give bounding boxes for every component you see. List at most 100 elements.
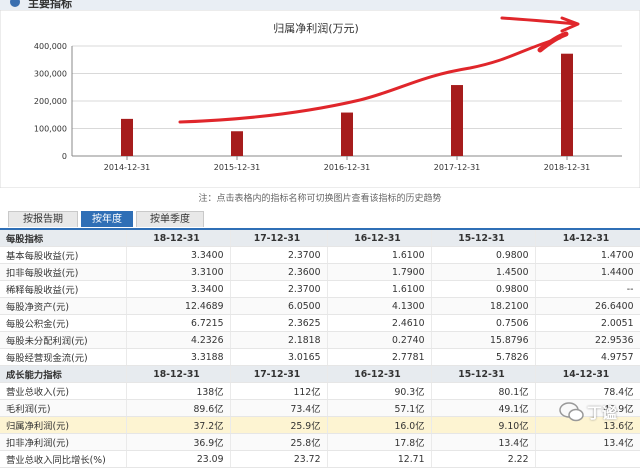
indicator-value: 80.1亿 <box>431 382 536 400</box>
indicator-value: 13.4亿 <box>431 433 536 451</box>
indicator-value: 17.8亿 <box>327 433 432 451</box>
indicator-value: 26.6400 <box>535 297 640 315</box>
column-header: 17-12-31 <box>230 230 328 247</box>
indicator-name[interactable]: 每股公积金(元) <box>0 314 127 332</box>
indicator-name[interactable]: 稀释每股收益(元) <box>0 280 127 298</box>
chart-note: 注：点击表格内的指标名称可切换图片查看该指标的历史趋势 <box>198 194 442 204</box>
column-header: 14-12-31 <box>535 365 640 383</box>
indicator-value: 3.3400 <box>126 280 231 298</box>
table-row: 毛利润(元) 89.6亿 73.4亿 57.1亿 49.1亿 48.9亿 <box>0 399 640 417</box>
column-header: 15-12-31 <box>431 365 536 383</box>
period-tabs: 按报告期 按年度 按单季度 <box>0 210 640 230</box>
column-header: 15-12-31 <box>431 230 536 247</box>
indicator-value: -- <box>535 280 640 298</box>
indicator-name[interactable]: 基本每股收益(元) <box>0 246 127 264</box>
indicator-value: 4.2326 <box>126 331 231 349</box>
tab-2[interactable]: 按单季度 <box>136 211 204 227</box>
table-row: 营业总收入(元) 138亿 112亿 90.3亿 80.1亿 78.4亿 <box>0 382 640 400</box>
indicator-value: 6.7215 <box>126 314 231 332</box>
column-header: 16-12-31 <box>327 365 432 383</box>
section-header-row: 每股指标 18-12-31 17-12-31 16-12-31 15-12-31 14-1… <box>0 230 640 247</box>
chart-frame <box>0 10 640 188</box>
indicator-value: 1.4400 <box>535 263 640 281</box>
x-tick-label: 2017-12-31 <box>434 163 481 172</box>
wechat-watermark: 丁谧 <box>557 398 637 426</box>
y-tick-label: 100,000 <box>34 125 67 134</box>
indicator-name[interactable]: 每股经营现金流(元) <box>0 348 127 366</box>
indicator-value: 36.9亿 <box>126 433 231 451</box>
indicator-value: 3.0165 <box>230 348 328 366</box>
x-tick-label: 2016-12-31 <box>324 163 371 172</box>
indicator-value: 9.10亿 <box>431 416 536 434</box>
indicator-value: 25.9亿 <box>230 416 328 434</box>
indicator-value: 138亿 <box>126 382 231 400</box>
table-row: 扣非净利润(元) 36.9亿 25.8亿 17.8亿 13.4亿 13.4亿 <box>0 433 640 451</box>
indicator-value: 89.6亿 <box>126 399 231 417</box>
indicator-value <box>535 450 640 468</box>
indicator-value: 12.4689 <box>126 297 231 315</box>
indicator-value: 5.7826 <box>431 348 536 366</box>
y-tick-label: 300,000 <box>34 70 67 79</box>
indicator-value: 6.0500 <box>230 297 328 315</box>
indicator-name[interactable]: 扣非每股收益(元) <box>0 263 127 281</box>
tab-0[interactable]: 按报告期 <box>8 211 78 227</box>
section-header-row: 成长能力指标 18-12-31 17-12-31 16-12-31 15-12-31 14… <box>0 365 640 383</box>
column-header: 14-12-31 <box>535 230 640 247</box>
section-title-cell: 成长能力指标 <box>0 365 127 383</box>
indicator-name[interactable]: 归属净利润(元) <box>0 416 127 434</box>
indicator-name[interactable]: 毛利润(元) <box>0 399 127 417</box>
indicator-value: 2.3625 <box>230 314 328 332</box>
indicator-value: 57.1亿 <box>327 399 432 417</box>
indicator-value: 4.9757 <box>535 348 640 366</box>
indicator-value: 2.3700 <box>230 246 328 264</box>
indicator-value: 78.4亿 <box>535 382 640 400</box>
indicator-value: 3.3188 <box>126 348 231 366</box>
table-row: 稀释每股收益(元) 3.3400 2.3700 1.6100 0.9800 -- <box>0 280 640 298</box>
indicator-value: 2.7781 <box>327 348 432 366</box>
indicator-name[interactable]: 每股未分配利润(元) <box>0 331 127 349</box>
indicator-value: 4.1300 <box>327 297 432 315</box>
indicator-value: 1.7900 <box>327 263 432 281</box>
indicator-value: 1.6100 <box>327 280 432 298</box>
y-tick-label: 0 <box>62 152 67 161</box>
y-tick-label: 400,000 <box>34 42 67 51</box>
tab-1[interactable]: 按年度 <box>81 211 133 227</box>
y-tick-label: 200,000 <box>34 97 67 106</box>
indicator-value: 73.4亿 <box>230 399 328 417</box>
column-header: 16-12-31 <box>327 230 432 247</box>
indicator-value: 22.9536 <box>535 331 640 349</box>
table-row: 基本每股收益(元) 3.3400 2.3700 1.6100 0.9800 1.4700 <box>0 246 640 264</box>
indicator-value: 2.3700 <box>230 280 328 298</box>
indicator-name[interactable]: 营业总收入(元) <box>0 382 127 400</box>
indicator-value: 3.3100 <box>126 263 231 281</box>
indicator-table: 每股指标 18-12-31 17-12-31 16-12-31 15-12-31 14-1… <box>0 230 640 468</box>
indicator-value: 0.9800 <box>431 246 536 264</box>
indicator-value: 2.22 <box>431 450 536 468</box>
chart-title: 归属净利润(万元) <box>273 21 359 35</box>
indicator-value: 12.71 <box>327 450 432 468</box>
indicator-value: 0.2740 <box>327 331 432 349</box>
bar <box>231 131 243 156</box>
indicator-value: 2.4610 <box>327 314 432 332</box>
table-row: 归属净利润(元) 37.2亿 25.9亿 16.0亿 9.10亿 13.6亿 <box>0 416 640 434</box>
indicator-value: 15.8796 <box>431 331 536 349</box>
column-header: 17-12-31 <box>230 365 328 383</box>
indicator-name[interactable]: 营业总收入同比增长(%) <box>0 450 127 468</box>
indicator-value: 37.2亿 <box>126 416 231 434</box>
indicator-name[interactable]: 每股净资产(元) <box>0 297 127 315</box>
x-tick-label: 2018-12-31 <box>544 163 591 172</box>
bar <box>341 112 353 156</box>
indicator-value: 0.9800 <box>431 280 536 298</box>
bar <box>121 118 133 156</box>
indicator-value: 1.4700 <box>535 246 640 264</box>
bar <box>561 53 573 157</box>
table-row: 每股未分配利润(元) 4.2326 2.1818 0.2740 15.8796 22.95… <box>0 331 640 349</box>
wechat-icon <box>559 402 584 422</box>
column-header: 18-12-31 <box>126 230 231 247</box>
indicator-value: 0.7506 <box>431 314 536 332</box>
indicator-value: 2.3600 <box>230 263 328 281</box>
indicator-value: 2.1818 <box>230 331 328 349</box>
indicator-name[interactable]: 扣非净利润(元) <box>0 433 127 451</box>
table-row: 营业总收入同比增长(%) 23.09 23.72 12.71 2.22 <box>0 450 640 468</box>
indicator-value: 1.6100 <box>327 246 432 264</box>
